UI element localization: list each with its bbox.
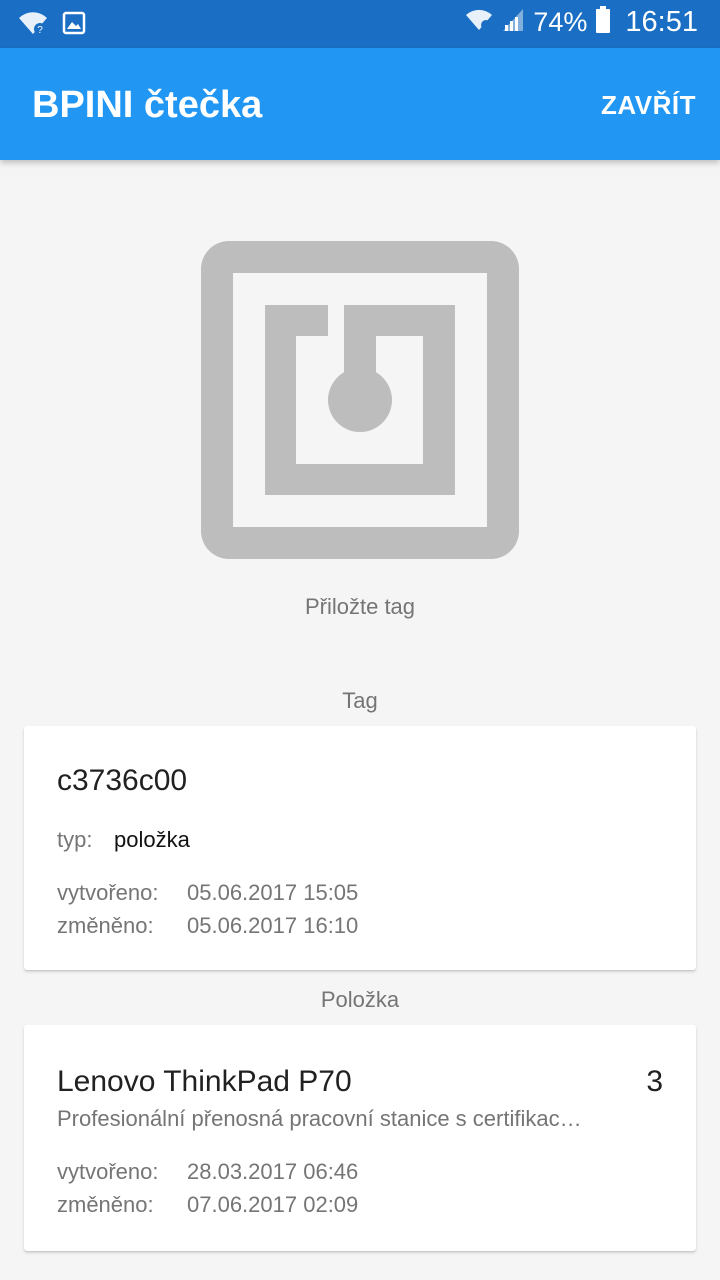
- image-icon: [62, 11, 86, 40]
- tag-card: c3736c00 typ: položka vytvořeno: 05.06.2…: [24, 726, 696, 970]
- item-description: Profesionální přenosná pracovní stanice …: [57, 1106, 582, 1131]
- close-button[interactable]: ZAVŘÍT: [601, 90, 696, 121]
- wifi-icon: [465, 8, 493, 37]
- tag-created-value: 05.06.2017 15:05: [187, 880, 359, 905]
- app-bar: BPINI čtečka ZAVŘÍT: [0, 48, 720, 160]
- battery-icon: [595, 6, 611, 39]
- tag-id: c3736c00: [57, 764, 188, 797]
- tag-type-label: typ:: [57, 827, 93, 852]
- item-count: 3: [646, 1065, 663, 1098]
- tag-modified-label: změněno:: [57, 913, 154, 938]
- item-created-label: vytvořeno:: [57, 1159, 159, 1184]
- item-name: Lenovo ThinkPad P70: [57, 1065, 352, 1098]
- item-modified-label: změněno:: [57, 1192, 154, 1217]
- tag-type-value: položka: [114, 827, 190, 852]
- app-title: BPINI čtečka: [32, 84, 263, 126]
- tag-modified-value: 05.06.2017 16:10: [187, 913, 359, 938]
- tag-section-heading: Tag: [342, 688, 378, 713]
- status-bar: ? 74% 16:51: [0, 0, 720, 48]
- clock: 16:51: [625, 6, 698, 38]
- battery-percentage: 74%: [533, 7, 588, 37]
- wifi-call-icon: ?: [18, 10, 48, 41]
- item-card[interactable]: Lenovo ThinkPad P70 3 Profesionální přen…: [24, 1025, 696, 1251]
- signal-icon: [501, 7, 525, 38]
- item-created-value: 28.03.2017 06:46: [187, 1159, 359, 1184]
- svg-text:?: ?: [37, 25, 43, 36]
- nfc-tag-icon: [201, 241, 519, 559]
- nfc-prompt: Přiložte tag: [304, 594, 416, 619]
- tag-created-label: vytvořeno:: [57, 880, 159, 905]
- item-modified-value: 07.06.2017 02:09: [187, 1192, 359, 1217]
- item-section-heading: Položka: [320, 987, 400, 1012]
